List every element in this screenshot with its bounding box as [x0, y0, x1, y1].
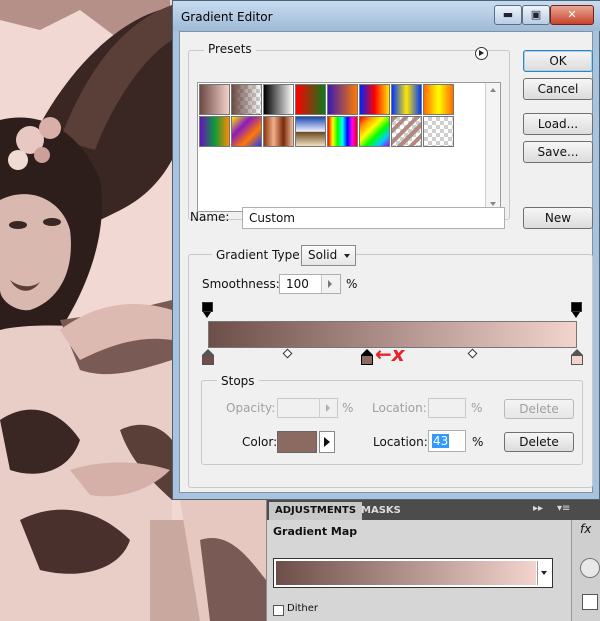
cancel-button[interactable]: Cancel [523, 78, 593, 100]
panel-menu-icon[interactable]: ▾≡ [557, 503, 570, 514]
scroll-down-icon[interactable] [490, 202, 496, 206]
scroll-up-icon[interactable] [490, 88, 496, 92]
opacity-delete-button: Delete [504, 399, 574, 419]
presets-label: Presets [204, 42, 256, 56]
gradient-editor-dialog: Gradient Editor ▬ ▣ ✕ Presets OK Cancel … [172, 0, 600, 500]
presets-list [197, 82, 501, 212]
color-swatch[interactable] [277, 431, 317, 453]
opacity-location-unit: % [471, 401, 483, 415]
opacity-location-field [428, 398, 466, 418]
preset-swatch-spectrum[interactable] [327, 116, 358, 147]
tab-masks[interactable]: MASKS [355, 502, 407, 520]
preset-swatch-copper[interactable] [263, 116, 294, 147]
preset-swatch-foreground-to-transparent[interactable] [231, 84, 262, 115]
gradient-type-select[interactable]: Solid [301, 245, 356, 266]
preset-swatch-violet-orange[interactable] [327, 84, 358, 115]
preset-swatch-red-green[interactable] [295, 84, 326, 115]
smoothness-stepper-icon[interactable] [321, 275, 340, 293]
mask-icon[interactable] [582, 594, 598, 610]
location-value: 43 [432, 434, 450, 448]
color-picker-arrow-icon[interactable] [319, 431, 335, 453]
gradient-type-label: Gradient Type: [212, 248, 308, 262]
ok-button[interactable]: OK [523, 50, 593, 72]
name-label: Name: [190, 210, 230, 224]
preset-swatch-foreground-to-background[interactable] [199, 84, 230, 115]
stops-group [201, 380, 583, 465]
preset-swatch-violet-green-orange[interactable] [199, 116, 230, 147]
close-button[interactable]: ✕ [550, 5, 594, 25]
panel-title: Gradient Map [273, 525, 358, 538]
color-stop-marker[interactable] [202, 349, 214, 365]
stops-label: Stops [217, 374, 259, 388]
adjustments-panel: ADJUSTMENTS MASKS ▸▸ ▾≡ Gradient Map Dit… [266, 500, 600, 621]
gradient-map-preview[interactable] [273, 558, 553, 588]
color-stop-marker[interactable] [360, 349, 373, 365]
name-field[interactable]: Custom [242, 207, 505, 229]
title-bar[interactable]: Gradient Editor ▬ ▣ ✕ [173, 1, 600, 31]
preset-swatch-black-white[interactable] [263, 84, 294, 115]
location-label: Location: [373, 435, 428, 449]
location-field[interactable]: 43 [428, 430, 466, 452]
preset-swatch-blue-yellow-blue[interactable] [391, 84, 422, 115]
gradient-type-value: Solid [308, 248, 338, 262]
tab-adjustments[interactable]: ADJUSTMENTS [269, 502, 363, 520]
panel-tab-bar: ADJUSTMENTS MASKS ▸▸ ▾≡ [267, 500, 600, 520]
dither-checkbox[interactable] [273, 605, 284, 616]
location-unit: % [472, 435, 484, 449]
opacity-location-label: Location: [372, 401, 427, 415]
new-button[interactable]: New [523, 207, 593, 229]
opacity-stepper-icon [319, 399, 338, 417]
presets-menu-icon[interactable] [475, 47, 488, 60]
dialog-title: Gradient Editor [181, 10, 273, 24]
annotation-arrow: ←x [375, 342, 405, 366]
fx-icon[interactable]: fx [580, 522, 591, 536]
opacity-label: Opacity: [226, 401, 276, 415]
color-label: Color: [242, 435, 278, 449]
dither-label: Dither [287, 603, 319, 614]
minimize-button[interactable]: ▬ [494, 5, 522, 25]
preset-swatch-yellow-violet-orange-blue[interactable] [231, 116, 262, 147]
delete-button[interactable]: Delete [504, 432, 574, 452]
preset-swatch-transparent-rainbow[interactable] [359, 116, 390, 147]
preset-swatch-orange-yellow-orange[interactable] [423, 84, 454, 115]
double-arrow-icon[interactable]: ▸▸ [533, 503, 543, 514]
chevron-down-icon [344, 254, 350, 258]
preset-swatch-blue-red-yellow[interactable] [359, 84, 390, 115]
dialog-body: Presets OK Cancel Load... Save... Name: … [179, 31, 593, 493]
opacity-stop-marker[interactable] [202, 302, 213, 318]
preset-swatch-neutral-density[interactable] [423, 116, 454, 147]
save-button[interactable]: Save... [523, 141, 593, 163]
presets-scrollbar[interactable] [485, 83, 500, 211]
smoothness-unit: % [346, 277, 358, 291]
opacity-unit: % [342, 401, 354, 415]
preset-swatch-transparent-stripes[interactable] [391, 116, 422, 147]
gradient-map-dropdown-icon[interactable] [537, 561, 550, 585]
panel-side-toolbar: fx [571, 520, 600, 621]
color-stop-marker[interactable] [571, 349, 583, 365]
preset-swatch-chrome[interactable] [295, 116, 326, 147]
opacity-stop-marker[interactable] [571, 302, 582, 318]
maximize-button[interactable]: ▣ [522, 5, 550, 25]
load-button[interactable]: Load... [523, 113, 593, 135]
brush-icon[interactable] [580, 558, 600, 578]
smoothness-label: Smoothness: [202, 277, 280, 291]
